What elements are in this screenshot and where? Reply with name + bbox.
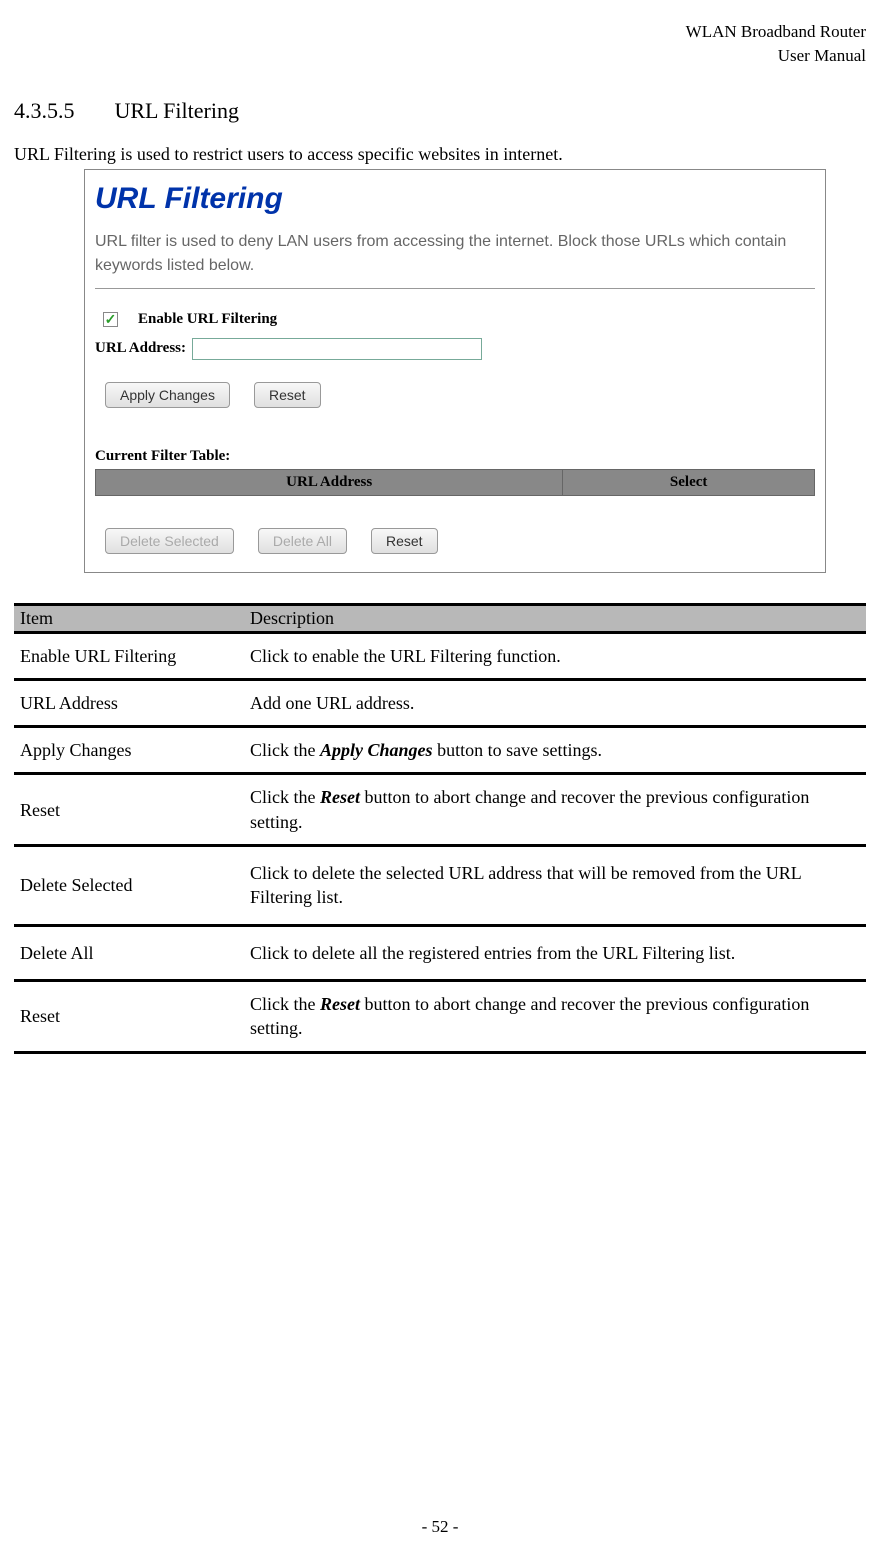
desc-cell: Click the Reset button to abort change a… (244, 775, 866, 847)
header-line-1: WLAN Broadband Router (14, 20, 866, 44)
item-cell: Delete Selected (14, 847, 244, 927)
description-table: Item Description Enable URL Filtering Cl… (14, 603, 866, 1054)
table-row: Delete All Click to delete all the regis… (14, 927, 866, 982)
apply-changes-button[interactable]: Apply Changes (105, 382, 230, 408)
item-cell: Reset (14, 775, 244, 847)
header-item: Item (14, 603, 244, 634)
header-line-2: User Manual (14, 44, 866, 68)
divider (95, 288, 815, 289)
section-title: URL Filtering (115, 98, 239, 123)
enable-checkbox-row: ✓ Enable URL Filtering (103, 311, 815, 328)
screenshot-title: URL Filtering (95, 182, 815, 216)
desc-cell: Click to delete the selected URL address… (244, 847, 866, 927)
reset-button[interactable]: Reset (254, 382, 321, 408)
header-desc: Description (244, 603, 866, 634)
table-row: Reset Click the Reset button to abort ch… (14, 775, 866, 847)
desc-cell: Click to delete all the registered entri… (244, 927, 866, 982)
table-row: URL Address Add one URL address. (14, 681, 866, 728)
reset-button-2[interactable]: Reset (371, 528, 438, 554)
desc-cell: Add one URL address. (244, 681, 866, 728)
desc-cell: Click the Apply Changes button to save s… (244, 728, 866, 775)
filter-table-title: Current Filter Table: (95, 448, 815, 465)
table-row: Apply Changes Click the Apply Changes bu… (14, 728, 866, 775)
item-cell: Reset (14, 982, 244, 1054)
item-cell: URL Address (14, 681, 244, 728)
screenshot-panel: URL Filtering URL filter is used to deny… (84, 169, 826, 573)
enable-checkbox[interactable]: ✓ (103, 312, 118, 327)
table-row: Reset Click the Reset button to abort ch… (14, 982, 866, 1054)
table-row: Delete Selected Click to delete the sele… (14, 847, 866, 927)
section-number: 4.3.5.5 (14, 98, 75, 123)
table-header-row: Item Description (14, 603, 866, 634)
table-row: Enable URL Filtering Click to enable the… (14, 634, 866, 681)
item-cell: Apply Changes (14, 728, 244, 775)
filter-table-header-row: URL Address Select (96, 469, 815, 495)
page-header: WLAN Broadband Router User Manual (14, 20, 866, 68)
intro-text: URL Filtering is used to restrict users … (14, 144, 866, 165)
filter-table: URL Address Select (95, 469, 815, 496)
item-cell: Delete All (14, 927, 244, 982)
enable-label: Enable URL Filtering (138, 311, 277, 328)
delete-selected-button[interactable]: Delete Selected (105, 528, 234, 554)
desc-cell: Click the Reset button to abort change a… (244, 982, 866, 1054)
delete-all-button[interactable]: Delete All (258, 528, 347, 554)
button-row-1: Apply Changes Reset (105, 382, 815, 408)
page-number: - 52 - (0, 1517, 880, 1537)
screenshot-desc: URL filter is used to deny LAN users fro… (95, 230, 815, 278)
url-address-input[interactable] (192, 338, 482, 360)
section-heading: 4.3.5.5 URL Filtering (14, 98, 866, 124)
col-url-address: URL Address (96, 469, 563, 495)
desc-cell: Click to enable the URL Filtering functi… (244, 634, 866, 681)
url-address-row: URL Address: (95, 338, 815, 360)
url-address-label: URL Address: (95, 340, 186, 357)
item-cell: Enable URL Filtering (14, 634, 244, 681)
col-select: Select (563, 469, 815, 495)
button-row-2: Delete Selected Delete All Reset (105, 528, 815, 554)
check-icon: ✓ (105, 312, 117, 326)
